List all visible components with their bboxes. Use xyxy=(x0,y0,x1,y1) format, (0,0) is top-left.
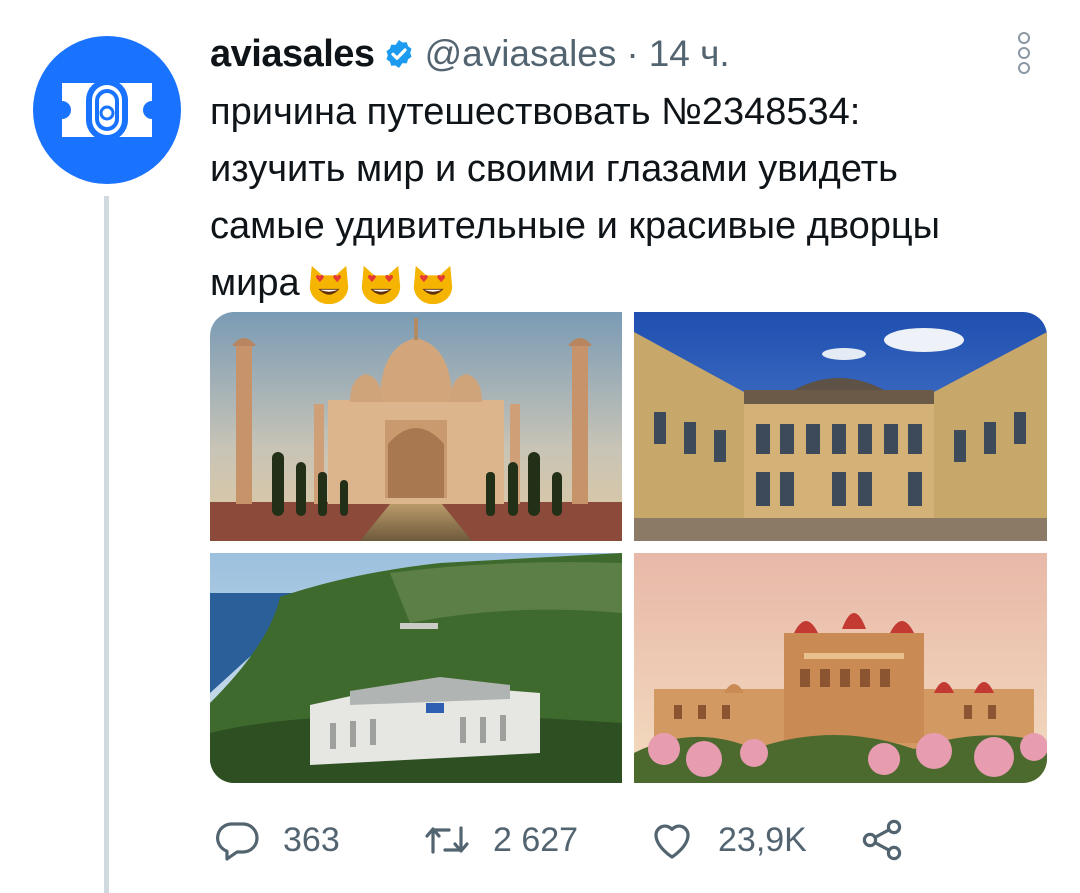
media-grid xyxy=(210,312,1047,783)
retweet-count: 2 627 xyxy=(493,820,579,859)
taj-mahal-photo[interactable] xyxy=(210,312,622,541)
tweet: aviasales @aviasales · 14 ч. причина пут… xyxy=(0,0,1080,893)
avatar[interactable] xyxy=(33,36,181,184)
smiling-cat-heart-eyes-icon xyxy=(413,265,452,305)
seaside-palace-photo[interactable] xyxy=(210,553,622,783)
retweet-button[interactable]: 2 627 xyxy=(423,812,578,868)
thread-line xyxy=(104,196,109,893)
heart-icon xyxy=(654,824,690,859)
smiling-cat-heart-eyes-icon xyxy=(361,265,400,305)
emoji-group xyxy=(306,262,456,308)
timestamp[interactable]: 14 ч. xyxy=(649,33,730,75)
smiling-cat-heart-eyes-icon xyxy=(309,265,348,305)
share-icon xyxy=(862,819,902,861)
retweet-icon xyxy=(425,826,469,854)
reply-button[interactable]: 363 xyxy=(213,812,340,868)
reply-icon xyxy=(216,822,259,861)
display-name[interactable]: aviasales xyxy=(210,33,375,76)
tweet-text: причина путешествовать №2348534: изучить… xyxy=(210,84,1050,312)
share-button[interactable] xyxy=(858,812,906,868)
handle[interactable]: @aviasales xyxy=(425,33,617,75)
like-count: 23,9K xyxy=(718,820,807,859)
mysore-palace-photo[interactable] xyxy=(634,553,1047,783)
tweet-header: aviasales @aviasales · 14 ч. xyxy=(210,30,730,78)
action-bar: 363 2 627 23,9K xyxy=(213,812,1053,868)
aviasales-logo-icon xyxy=(62,79,152,141)
versailles-palace-photo[interactable] xyxy=(634,312,1047,541)
time-separator: · xyxy=(626,33,639,74)
more-options-icon[interactable] xyxy=(1012,32,1036,74)
like-button[interactable]: 23,9K xyxy=(648,812,807,868)
verified-badge-icon xyxy=(386,40,412,68)
reply-count: 363 xyxy=(283,820,340,859)
